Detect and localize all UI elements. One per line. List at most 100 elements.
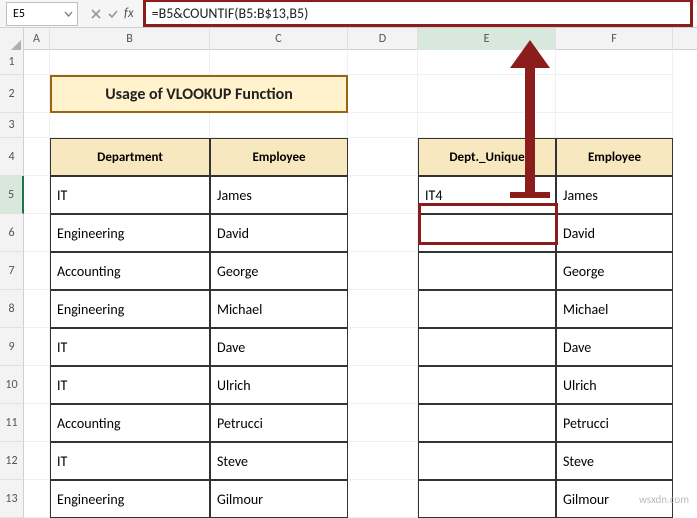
- right-emp-7[interactable]: Steve: [556, 442, 673, 480]
- cell-blank-r3[interactable]: [210, 113, 348, 138]
- row-header-9[interactable]: 9: [0, 328, 24, 366]
- cell-A2[interactable]: [24, 75, 50, 113]
- formula-bar-controls: fx: [82, 6, 146, 21]
- row-header-8[interactable]: 8: [0, 290, 24, 328]
- col-header-C[interactable]: C: [210, 28, 348, 52]
- col-header-F[interactable]: F: [556, 28, 673, 52]
- right-uniq-7[interactable]: [418, 442, 556, 480]
- cell-A9[interactable]: [24, 328, 50, 366]
- cell-A13[interactable]: [24, 480, 50, 518]
- left-emp-2[interactable]: George: [210, 252, 348, 290]
- row-header-11[interactable]: 11: [0, 404, 24, 442]
- cell-A6[interactable]: [24, 214, 50, 252]
- cell-D13[interactable]: [348, 480, 418, 518]
- row-header-13[interactable]: 13: [0, 480, 24, 518]
- left-emp-7[interactable]: Steve: [210, 442, 348, 480]
- right-uniq-8[interactable]: [418, 480, 556, 518]
- cell-blank[interactable]: [24, 50, 50, 75]
- row-header-2[interactable]: 2: [0, 75, 24, 113]
- cell-D4[interactable]: [348, 138, 418, 176]
- enter-icon[interactable]: [107, 8, 119, 20]
- cell-D7[interactable]: [348, 252, 418, 290]
- left-emp-6[interactable]: Petrucci: [210, 404, 348, 442]
- cell-D5[interactable]: [348, 176, 418, 214]
- left-emp-8[interactable]: Gilmour: [210, 480, 348, 518]
- cell-A10[interactable]: [24, 366, 50, 404]
- right-emp-0[interactable]: James: [556, 176, 673, 214]
- cell-D11[interactable]: [348, 404, 418, 442]
- left-dept-2[interactable]: Accounting: [50, 252, 210, 290]
- cell-D10[interactable]: [348, 366, 418, 404]
- left-dept-3[interactable]: Engineering: [50, 290, 210, 328]
- cancel-icon[interactable]: [90, 8, 102, 20]
- left-emp-3[interactable]: Michael: [210, 290, 348, 328]
- left-emp-4[interactable]: Dave: [210, 328, 348, 366]
- left-dept-7[interactable]: IT: [50, 442, 210, 480]
- worksheet-grid[interactable]: A B C D E F 12Usage of VLOOKUP Function3…: [0, 28, 697, 518]
- col-header-B[interactable]: B: [50, 28, 210, 52]
- row-header-3[interactable]: 3: [0, 113, 24, 138]
- cell-D6[interactable]: [348, 214, 418, 252]
- formula-bar[interactable]: =B5&COUNTIF(B5:B$13,B5): [146, 3, 697, 25]
- cell-A12[interactable]: [24, 442, 50, 480]
- cell-A5[interactable]: [24, 176, 50, 214]
- right-uniq-3[interactable]: [418, 290, 556, 328]
- left-dept-4[interactable]: IT: [50, 328, 210, 366]
- right-uniq-2[interactable]: [418, 252, 556, 290]
- cell-D12[interactable]: [348, 442, 418, 480]
- right-uniq-0[interactable]: IT4: [418, 176, 556, 214]
- right-emp-5[interactable]: Ulrich: [556, 366, 673, 404]
- cell-blank-r3[interactable]: [418, 113, 556, 138]
- col-header-A[interactable]: A: [24, 28, 50, 52]
- right-emp-1[interactable]: David: [556, 214, 673, 252]
- name-box-value: E5: [13, 7, 25, 21]
- cell-E2[interactable]: [418, 75, 556, 113]
- cell-A4[interactable]: [24, 138, 50, 176]
- row-header-1[interactable]: 1: [0, 50, 24, 75]
- cell-blank-r3[interactable]: [50, 113, 210, 138]
- left-emp-0[interactable]: James: [210, 176, 348, 214]
- cell-blank-r3[interactable]: [348, 113, 418, 138]
- cell-D8[interactable]: [348, 290, 418, 328]
- cell-blank[interactable]: [348, 50, 418, 75]
- right-emp-4[interactable]: Dave: [556, 328, 673, 366]
- name-box[interactable]: E5: [6, 2, 78, 26]
- cell-A11[interactable]: [24, 404, 50, 442]
- row-header-10[interactable]: 10: [0, 366, 24, 404]
- left-emp-5[interactable]: Ulrich: [210, 366, 348, 404]
- right-uniq-5[interactable]: [418, 366, 556, 404]
- left-dept-5[interactable]: IT: [50, 366, 210, 404]
- cell-blank-r3[interactable]: [556, 113, 673, 138]
- cell-blank[interactable]: [556, 50, 673, 75]
- left-dept-0[interactable]: IT: [50, 176, 210, 214]
- left-dept-8[interactable]: Engineering: [50, 480, 210, 518]
- cell-blank-r3[interactable]: [24, 113, 50, 138]
- cell-blank[interactable]: [418, 50, 556, 75]
- row-header-6[interactable]: 6: [0, 214, 24, 252]
- left-h2: Employee: [210, 138, 348, 176]
- row-header-12[interactable]: 12: [0, 442, 24, 480]
- left-emp-1[interactable]: David: [210, 214, 348, 252]
- cell-F2[interactable]: [556, 75, 673, 113]
- right-emp-3[interactable]: Michael: [556, 290, 673, 328]
- left-dept-6[interactable]: Accounting: [50, 404, 210, 442]
- right-uniq-6[interactable]: [418, 404, 556, 442]
- select-all-corner[interactable]: [0, 28, 24, 52]
- cell-D2[interactable]: [348, 75, 418, 113]
- col-header-E[interactable]: E: [418, 28, 556, 52]
- col-header-D[interactable]: D: [348, 28, 418, 52]
- cell-blank[interactable]: [210, 50, 348, 75]
- cell-A7[interactable]: [24, 252, 50, 290]
- row-header-4[interactable]: 4: [0, 138, 24, 176]
- row-header-7[interactable]: 7: [0, 252, 24, 290]
- left-dept-1[interactable]: Engineering: [50, 214, 210, 252]
- right-emp-6[interactable]: Petrucci: [556, 404, 673, 442]
- cell-blank[interactable]: [50, 50, 210, 75]
- right-uniq-1[interactable]: [418, 214, 556, 252]
- right-uniq-4[interactable]: [418, 328, 556, 366]
- fx-icon[interactable]: fx: [124, 6, 134, 21]
- right-emp-2[interactable]: George: [556, 252, 673, 290]
- cell-A8[interactable]: [24, 290, 50, 328]
- cell-D9[interactable]: [348, 328, 418, 366]
- row-header-5[interactable]: 5: [0, 176, 24, 214]
